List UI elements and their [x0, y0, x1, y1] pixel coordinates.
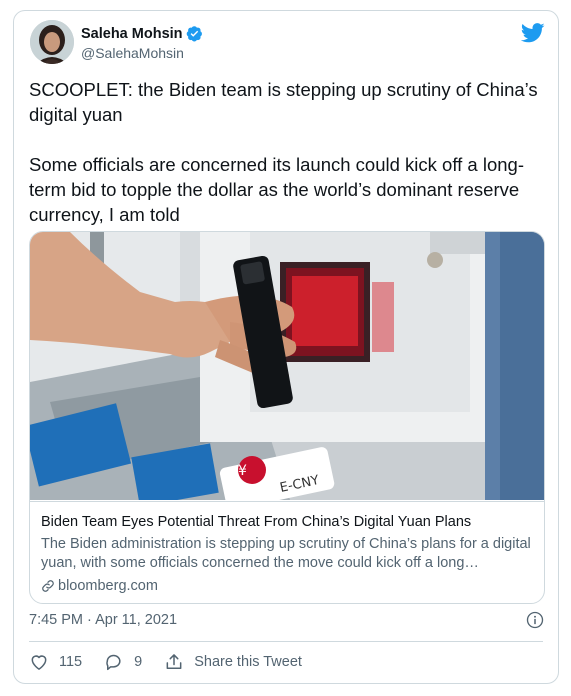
twitter-bird-icon[interactable] — [521, 23, 545, 43]
like-button[interactable]: 115 — [29, 652, 82, 672]
author-handle[interactable]: @SalehaMohsin — [81, 45, 184, 61]
author-name-row[interactable]: Saleha Mohsin — [81, 25, 203, 42]
share-button[interactable]: Share this Tweet — [164, 652, 302, 672]
tweet-card: Saleha Mohsin @SalehaMohsin SCOOPLET: th… — [13, 10, 559, 684]
avatar[interactable] — [30, 20, 74, 64]
tweet-text: SCOOPLET: the Biden team is stepping up … — [29, 77, 544, 227]
divider — [29, 641, 543, 642]
reply-button[interactable]: 9 — [104, 652, 142, 672]
share-label: Share this Tweet — [194, 654, 302, 670]
card-description: The Biden administration is stepping up … — [41, 536, 531, 571]
reply-count: 9 — [134, 654, 143, 670]
card-domain-text: bloomberg.com — [58, 578, 158, 594]
share-icon — [166, 654, 182, 669]
link-icon — [42, 580, 54, 592]
svg-text:¥: ¥ — [238, 463, 247, 479]
card-title[interactable]: Biden Team Eyes Potential Threat From Ch… — [41, 514, 471, 530]
author-name[interactable]: Saleha Mohsin — [81, 26, 183, 42]
tweet-actions: 115 9 Share this Tweet — [29, 652, 324, 672]
card-body[interactable]: Biden Team Eyes Potential Threat From Ch… — [30, 501, 544, 594]
card-domain: bloomberg.com — [41, 578, 158, 594]
info-icon[interactable] — [526, 611, 544, 629]
card-image[interactable]: ¥ E-CNY — [30, 232, 545, 500]
tweet-paragraph-2: Some officials are concerned its launch … — [29, 154, 524, 225]
tweet-timestamp[interactable]: 7:45 PM · Apr 11, 2021 — [29, 612, 177, 628]
link-preview-card[interactable]: ¥ E-CNY Biden Team Eyes Potential Threat… — [29, 231, 545, 604]
tweet-paragraph-1: SCOOPLET: the Biden team is stepping up … — [29, 79, 538, 125]
reply-icon — [106, 654, 121, 671]
like-count: 115 — [59, 654, 83, 670]
verified-badge-icon — [186, 26, 202, 42]
heart-icon — [31, 655, 47, 670]
avatar-image — [30, 20, 74, 64]
